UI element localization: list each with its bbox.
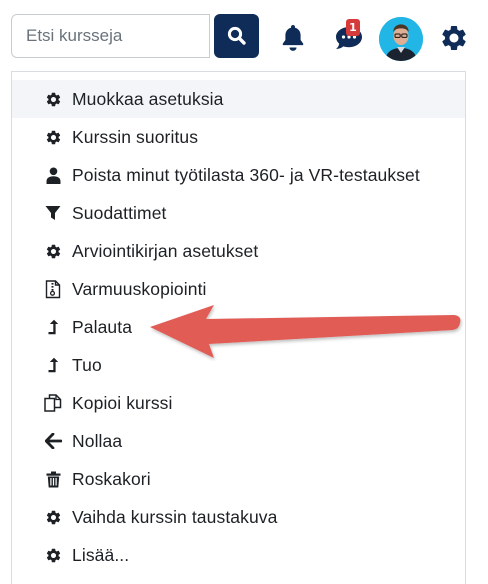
gear-icon xyxy=(44,508,62,526)
course-admin-menu: Muokkaa asetuksia Kurssin suoritus Poist… xyxy=(11,71,466,584)
user-avatar[interactable] xyxy=(379,17,423,61)
file-zip-icon xyxy=(44,279,62,298)
menu-item-label: Suodattimet xyxy=(72,202,167,223)
menu-item-backup[interactable]: Varmuuskopiointi xyxy=(12,270,465,308)
menu-item-gradebook-setup[interactable]: Arviointikirjan asetukset xyxy=(12,232,465,270)
menu-item-course-completion[interactable]: Kurssin suoritus xyxy=(12,118,465,156)
menu-item-filters[interactable]: Suodattimet xyxy=(12,194,465,232)
menu-item-restore[interactable]: Palauta xyxy=(12,308,465,346)
arrow-left-icon xyxy=(44,432,62,450)
menu-item-label: Palauta xyxy=(72,316,133,337)
menu-item-recycle-bin[interactable]: Roskakori xyxy=(12,460,465,498)
search-icon xyxy=(227,26,246,45)
gear-icon xyxy=(44,90,62,108)
level-up-icon xyxy=(44,318,62,336)
copy-icon xyxy=(44,394,62,412)
search-button[interactable] xyxy=(214,14,259,58)
menu-item-label: Roskakori xyxy=(72,468,151,489)
messages-count-badge: 1 xyxy=(346,19,360,36)
menu-item-label: Muokkaa asetuksia xyxy=(72,88,224,109)
menu-item-reset[interactable]: Nollaa xyxy=(12,422,465,460)
avatar-image xyxy=(379,17,423,61)
menu-item-label: Tuo xyxy=(72,354,102,375)
menu-item-label: Lisää... xyxy=(72,544,130,565)
bell-icon xyxy=(282,25,304,51)
gear-icon xyxy=(442,25,466,50)
menu-item-label: Vaihda kurssin taustakuva xyxy=(72,506,278,527)
settings-button[interactable] xyxy=(438,22,470,54)
top-navbar: 1 xyxy=(0,0,488,72)
filter-icon xyxy=(44,204,62,222)
gear-icon xyxy=(44,242,62,260)
menu-item-copy-course[interactable]: Kopioi kurssi xyxy=(12,384,465,422)
menu-item-unenrol[interactable]: Poista minut työtilasta 360- ja VR-testa… xyxy=(12,156,465,194)
menu-item-more[interactable]: Lisää... xyxy=(12,536,465,574)
menu-item-change-course-image[interactable]: Vaihda kurssin taustakuva xyxy=(12,498,465,536)
trash-icon xyxy=(44,470,62,488)
gear-icon xyxy=(44,546,62,564)
menu-item-label: Nollaa xyxy=(72,430,123,451)
menu-item-label: Kopioi kurssi xyxy=(72,392,173,413)
menu-item-edit-settings[interactable]: Muokkaa asetuksia xyxy=(12,80,465,118)
menu-item-label: Varmuuskopiointi xyxy=(72,278,207,299)
notifications-button[interactable] xyxy=(278,22,308,52)
search-input[interactable] xyxy=(11,14,210,58)
user-icon xyxy=(44,166,62,184)
menu-item-label: Kurssin suoritus xyxy=(72,126,199,147)
menu-item-label: Poista minut työtilasta 360- ja VR-testa… xyxy=(72,164,420,185)
gear-icon xyxy=(44,128,62,146)
menu-item-import[interactable]: Tuo xyxy=(12,346,465,384)
level-up-icon xyxy=(44,356,62,374)
menu-item-label: Arviointikirjan asetukset xyxy=(72,240,259,261)
